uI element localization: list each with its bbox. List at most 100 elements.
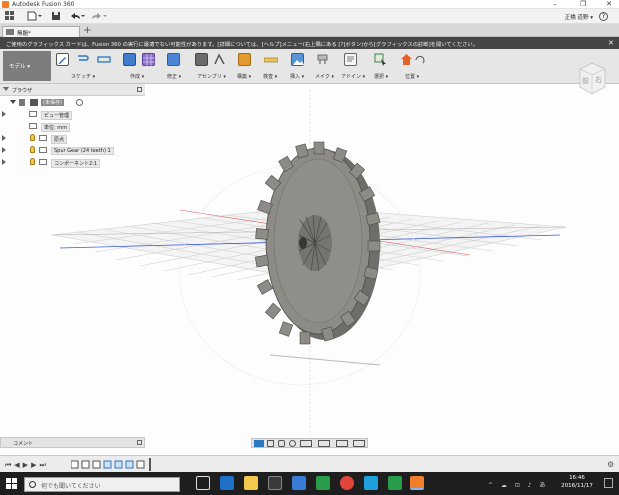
bulb-root-icon[interactable] xyxy=(19,99,25,106)
zoom-window-icon[interactable] xyxy=(300,440,312,447)
user-account-menu[interactable]: 正橋 道野 ▾ xyxy=(565,13,593,21)
expand-root-icon[interactable] xyxy=(10,100,16,104)
ribbon-group-create[interactable]: 作成 ▾ xyxy=(122,52,162,82)
comment-panel[interactable]: コメント xyxy=(0,437,145,448)
insert-image-icon[interactable] xyxy=(291,53,304,66)
expand-icon[interactable] xyxy=(2,135,6,141)
form-icon[interactable] xyxy=(142,53,156,67)
help-button[interactable]: ? xyxy=(599,12,608,21)
joint-icon[interactable] xyxy=(213,53,226,66)
line-icon[interactable] xyxy=(76,53,89,66)
chrome-browser-icon[interactable] xyxy=(340,476,354,490)
browser-item-label: コンポーネント2:1 xyxy=(51,159,101,168)
revert-position-icon[interactable] xyxy=(414,53,427,66)
timeline-marker[interactable] xyxy=(149,458,151,471)
visibility-bulb-icon[interactable] xyxy=(30,134,35,141)
viewcube-front-face[interactable]: 前 xyxy=(582,76,589,86)
data-panel-icon[interactable] xyxy=(4,11,16,22)
workspace-selector[interactable]: モデル ▾ xyxy=(3,51,51,81)
ribbon-group-position[interactable]: 位置 ▾ xyxy=(398,52,428,82)
make-group-label: メイク ▾ xyxy=(315,74,334,80)
3d-print-icon[interactable] xyxy=(316,53,329,66)
ribbon-group-sketch[interactable]: スケッチ ▾ xyxy=(54,52,120,82)
browser-item-label: 原点 xyxy=(51,135,68,144)
ribbon-group-inspect[interactable]: 検査 ▾ xyxy=(262,52,286,82)
ribbon-group-make[interactable]: メイク ▾ xyxy=(314,52,338,82)
visibility-bulb-icon[interactable] xyxy=(30,146,35,153)
offset-plane-icon[interactable] xyxy=(238,53,251,66)
expand-icon[interactable] xyxy=(2,111,6,117)
select-group-label: 選択 ▾ xyxy=(374,74,389,80)
select-arrow-icon[interactable] xyxy=(374,53,387,66)
pan-hand-icon[interactable] xyxy=(278,440,285,447)
mail-icon[interactable] xyxy=(292,476,306,490)
notification-center-icon[interactable] xyxy=(604,478,613,488)
fusion-360-taskbar-icon[interactable] xyxy=(410,476,424,490)
cortana-circle-icon xyxy=(29,481,36,488)
windows-start-icon[interactable] xyxy=(6,478,17,489)
expand-icon[interactable] xyxy=(2,159,6,165)
ribbon-group-addins[interactable]: アドイン ▾ xyxy=(340,52,370,82)
units-doc-icon xyxy=(29,123,37,129)
capture-position-icon[interactable] xyxy=(400,53,413,66)
assemble-group-label: アセンブリ ▾ xyxy=(197,74,226,80)
3d-viewport[interactable] xyxy=(0,85,619,455)
rectangle-icon[interactable] xyxy=(97,53,111,66)
timeline-settings-gear-icon[interactable]: ⚙ xyxy=(607,460,614,469)
press-pull-icon[interactable] xyxy=(167,53,180,66)
collapse-browser-icon[interactable] xyxy=(3,87,9,91)
redo-icon[interactable] xyxy=(90,11,108,22)
orbit-icon[interactable] xyxy=(254,440,264,447)
document-tab[interactable]: 無題* xyxy=(2,26,80,37)
grid-snaps-icon[interactable] xyxy=(336,440,348,447)
viewports-icon[interactable] xyxy=(353,440,365,447)
minimize-button[interactable]: – xyxy=(547,0,563,9)
notice-close-button[interactable]: ✕ xyxy=(608,39,614,47)
timeline-playback-controls[interactable]: ⏮◀▶▶⏭ xyxy=(5,461,49,470)
new-tab-button[interactable]: + xyxy=(82,25,93,36)
taskbar-clock[interactable]: 16:46 2016/11/17 xyxy=(560,474,594,490)
look-at-icon[interactable] xyxy=(267,440,274,447)
skype-icon[interactable] xyxy=(364,476,378,490)
system-tray-icons[interactable]: ^ ☁ ⊡ ♪ あ xyxy=(488,480,552,489)
comment-pin-icon[interactable] xyxy=(137,440,142,445)
expand-icon[interactable] xyxy=(2,147,6,153)
browser-root-node[interactable]: (未保存) xyxy=(10,99,90,108)
folder-icon xyxy=(29,111,37,117)
ribbon-toolbar: モデル ▾ スケッチ ▾ 作成 ▾ 修正 ▾ アセンブリ ▾ 構築 ▾ 検査 ▾… xyxy=(0,49,619,84)
measure-icon[interactable] xyxy=(263,53,279,66)
create-sketch-icon[interactable] xyxy=(56,53,69,66)
ribbon-group-assemble[interactable]: アセンブリ ▾ xyxy=(193,52,233,82)
sketch-group-label: スケッチ ▾ xyxy=(71,74,96,80)
new-component-icon[interactable] xyxy=(195,53,208,66)
graphics-notice-bar: ご使用のグラフィックス カードは、Fusion 360 の実行に最適でない可能性… xyxy=(0,37,619,49)
scripts-addins-icon[interactable] xyxy=(344,53,357,66)
navigation-bar xyxy=(251,438,368,448)
display-settings-icon[interactable] xyxy=(318,440,330,447)
file-menu-icon[interactable] xyxy=(26,11,44,22)
edge-browser-icon[interactable] xyxy=(220,476,234,490)
ribbon-group-insert[interactable]: 挿入 ▾ xyxy=(289,52,313,82)
viewcube[interactable]: 前 右 xyxy=(577,60,607,96)
close-button[interactable]: ✕ xyxy=(601,0,617,9)
zoom-icon[interactable] xyxy=(289,440,296,447)
viewcube-right-face[interactable]: 右 xyxy=(595,75,602,85)
undo-icon[interactable] xyxy=(68,11,86,22)
task-view-icon[interactable] xyxy=(196,476,210,490)
visibility-bulb-icon[interactable] xyxy=(30,158,35,165)
store-icon[interactable] xyxy=(268,476,282,490)
save-icon[interactable] xyxy=(50,11,62,22)
file-explorer-icon[interactable] xyxy=(244,476,258,490)
activate-radio-icon[interactable] xyxy=(76,99,83,106)
timeline-features[interactable] xyxy=(70,460,149,469)
taskbar-search-box[interactable]: 何でも聞いてください xyxy=(24,477,180,492)
app-green-icon[interactable] xyxy=(316,476,330,490)
excel-icon[interactable] xyxy=(388,476,402,490)
ribbon-group-select[interactable]: 選択 ▾ xyxy=(372,52,396,82)
extrude-icon[interactable] xyxy=(123,53,136,66)
ribbon-group-construct[interactable]: 構築 ▾ xyxy=(236,52,260,82)
browser-pin-icon[interactable] xyxy=(137,87,142,92)
maximize-button[interactable]: ❐ xyxy=(575,0,591,9)
browser-panel-header: ブラウザ xyxy=(0,84,145,96)
ribbon-group-modify[interactable]: 修正 ▾ xyxy=(164,52,188,82)
